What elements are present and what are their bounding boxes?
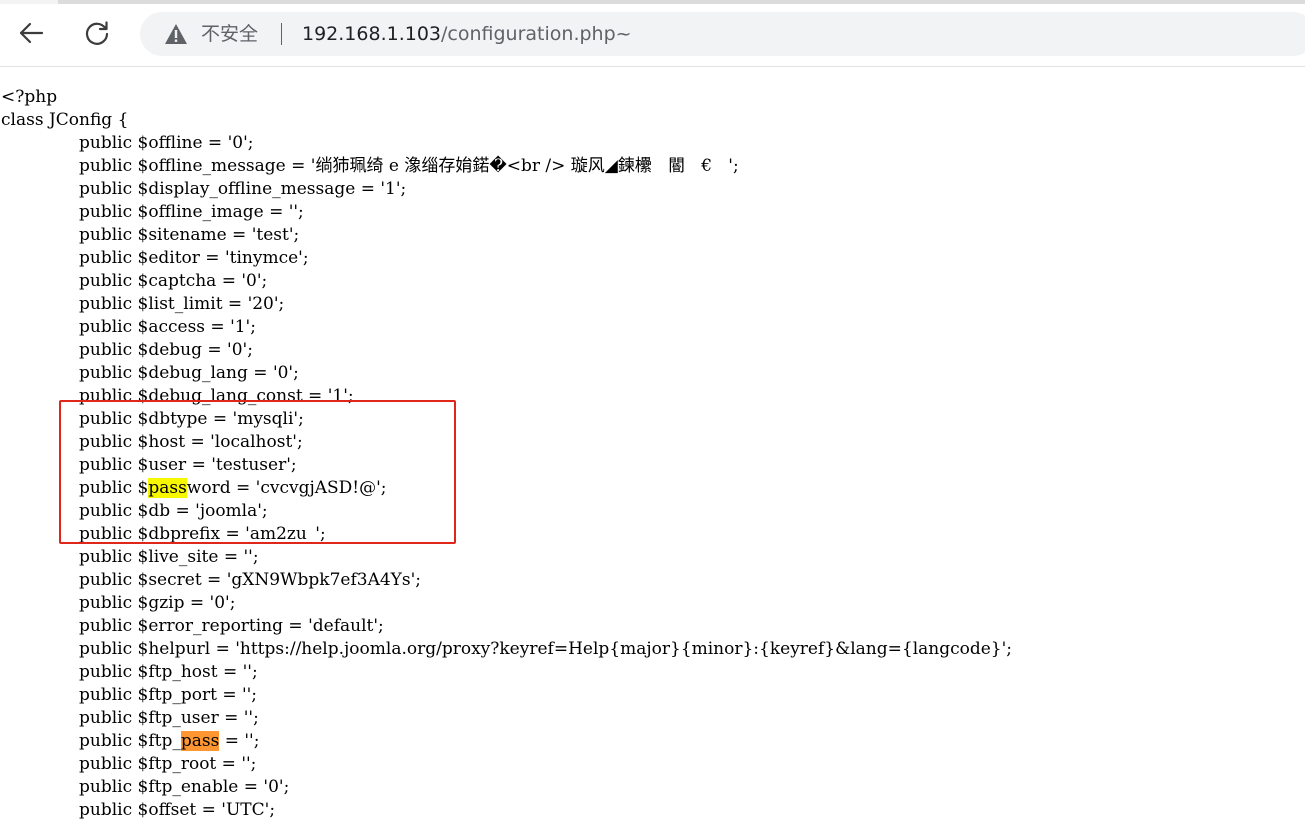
code-text: public $debug_lang = '0'; [79,363,299,383]
code-line: <?php [1,86,1301,109]
code-line: public $secret = 'gXN9Wbpk7ef3A4Ys'; [1,569,1301,592]
code-line: public $display_offline_message = '1'; [1,178,1301,201]
code-text: public $offline = '0'; [79,133,254,153]
code-text: public $offline_message = '绱犻珮绮 e 潒缁存姢鍩�… [79,156,739,176]
reload-button[interactable] [78,14,116,52]
code-text: public $display_offline_message = '1'; [79,179,407,199]
code-line: public $editor = 'tinymce'; [1,247,1301,270]
code-line: public $offline_image = ''; [1,201,1301,224]
url-text[interactable]: 192.168.1.103/configuration.php~ [302,22,632,46]
page-source-text: <?php class JConfig { public $offline = '0… [1,86,1301,822]
code-line: public $host = 'localhost'; [1,431,1301,454]
code-line: public $ftp_root = ''; [1,753,1301,776]
code-line: public $dbprefix = 'am2zu_'; [1,523,1301,546]
code-text: public $debug = '0'; [79,340,253,360]
address-bar[interactable]: 不安全 192.168.1.103/configuration.php~ [140,12,1305,56]
code-text: public $ftp_host = ''; [79,662,258,682]
code-text: public $ftp_root = ''; [79,754,257,774]
code-line: public $captcha = '0'; [1,270,1301,293]
code-text: public $gzip = '0'; [79,593,236,613]
code-text: word = 'cvcvgjASD!@'; [186,478,387,498]
code-text: public $ [79,478,149,498]
code-text: public $ftp_user = ''; [79,708,259,728]
code-text: public $secret = 'gXN9Wbpk7ef3A4Ys'; [79,570,422,590]
warning-triangle-icon[interactable] [164,23,188,45]
code-text: public $db = 'joomla'; [79,501,268,521]
code-text: public $editor = 'tinymce'; [79,248,309,268]
code-text: public $debug_lang_const = '1'; [79,386,354,406]
code-line: public $offline_message = '绱犻珮绮 e 潒缁存姢鍩�… [1,155,1301,178]
browser-toolbar: 不安全 192.168.1.103/configuration.php~ [0,0,1305,67]
url-path: /configuration.php~ [441,23,632,45]
code-text: class JConfig { [1,110,129,130]
code-text: public $dbprefix = 'am2zu_'; [79,524,326,544]
code-line: public $debug_lang_const = '1'; [1,385,1301,408]
find-current-match: pass [180,731,220,751]
code-text: public $ftp_enable = '0'; [79,777,290,797]
code-line: public $debug = '0'; [1,339,1301,362]
code-text: public $offline_image = ''; [79,202,304,222]
code-line: public $password = 'cvcvgjASD!@'; [1,477,1301,500]
code-line: public $ftp_pass = ''; [1,730,1301,753]
code-text: public $live_site = ''; [79,547,259,567]
code-line: public $error_reporting = 'default'; [1,615,1301,638]
address-divider [281,23,282,45]
code-line: public $access = '1'; [1,316,1301,339]
code-text: public $host = 'localhost'; [79,432,303,452]
code-text: public $helpurl = 'https://help.joomla.o… [79,639,1013,659]
code-text: public $user = 'testuser'; [79,455,297,475]
tab-strip-edge [0,0,1305,4]
code-text: public $dbtype = 'mysqli'; [79,409,304,429]
code-line: public $debug_lang = '0'; [1,362,1301,385]
code-line: public $helpurl = 'https://help.joomla.o… [1,638,1301,661]
code-text: public $offset = 'UTC'; [79,800,276,820]
code-text: public $ftp_ [79,731,181,751]
code-line: public $sitename = 'test'; [1,224,1301,247]
code-line: class JConfig { [1,109,1301,132]
code-text: public $ftp_port = ''; [79,685,258,705]
code-text: public $error_reporting = 'default'; [79,616,384,636]
code-line: public $ftp_user = ''; [1,707,1301,730]
code-text: public $list_limit = '20'; [79,294,285,314]
reload-icon [85,21,109,45]
code-line: public $user = 'testuser'; [1,454,1301,477]
code-text: = ''; [219,731,260,751]
security-status-label[interactable]: 不安全 [201,22,258,46]
code-line: public $ftp_port = ''; [1,684,1301,707]
code-text: public $access = '1'; [79,317,256,337]
code-line: public $dbtype = 'mysqli'; [1,408,1301,431]
code-text: <?php [1,87,58,107]
code-line: public $offline = '0'; [1,132,1301,155]
back-button[interactable] [12,14,50,52]
find-match-highlight: pass [148,478,187,498]
code-line: public $ftp_host = ''; [1,661,1301,684]
tab-strip-background [58,0,1305,4]
code-line: public $db = 'joomla'; [1,500,1301,523]
code-line: public $offset = 'UTC'; [1,799,1301,822]
code-line: public $ftp_enable = '0'; [1,776,1301,799]
code-line: public $live_site = ''; [1,546,1301,569]
back-arrow-icon [19,22,44,44]
code-text: public $captcha = '0'; [79,271,268,291]
code-line: public $gzip = '0'; [1,592,1301,615]
code-line: public $list_limit = '20'; [1,293,1301,316]
code-text: public $sitename = 'test'; [79,225,300,245]
url-host: 192.168.1.103 [302,23,442,45]
